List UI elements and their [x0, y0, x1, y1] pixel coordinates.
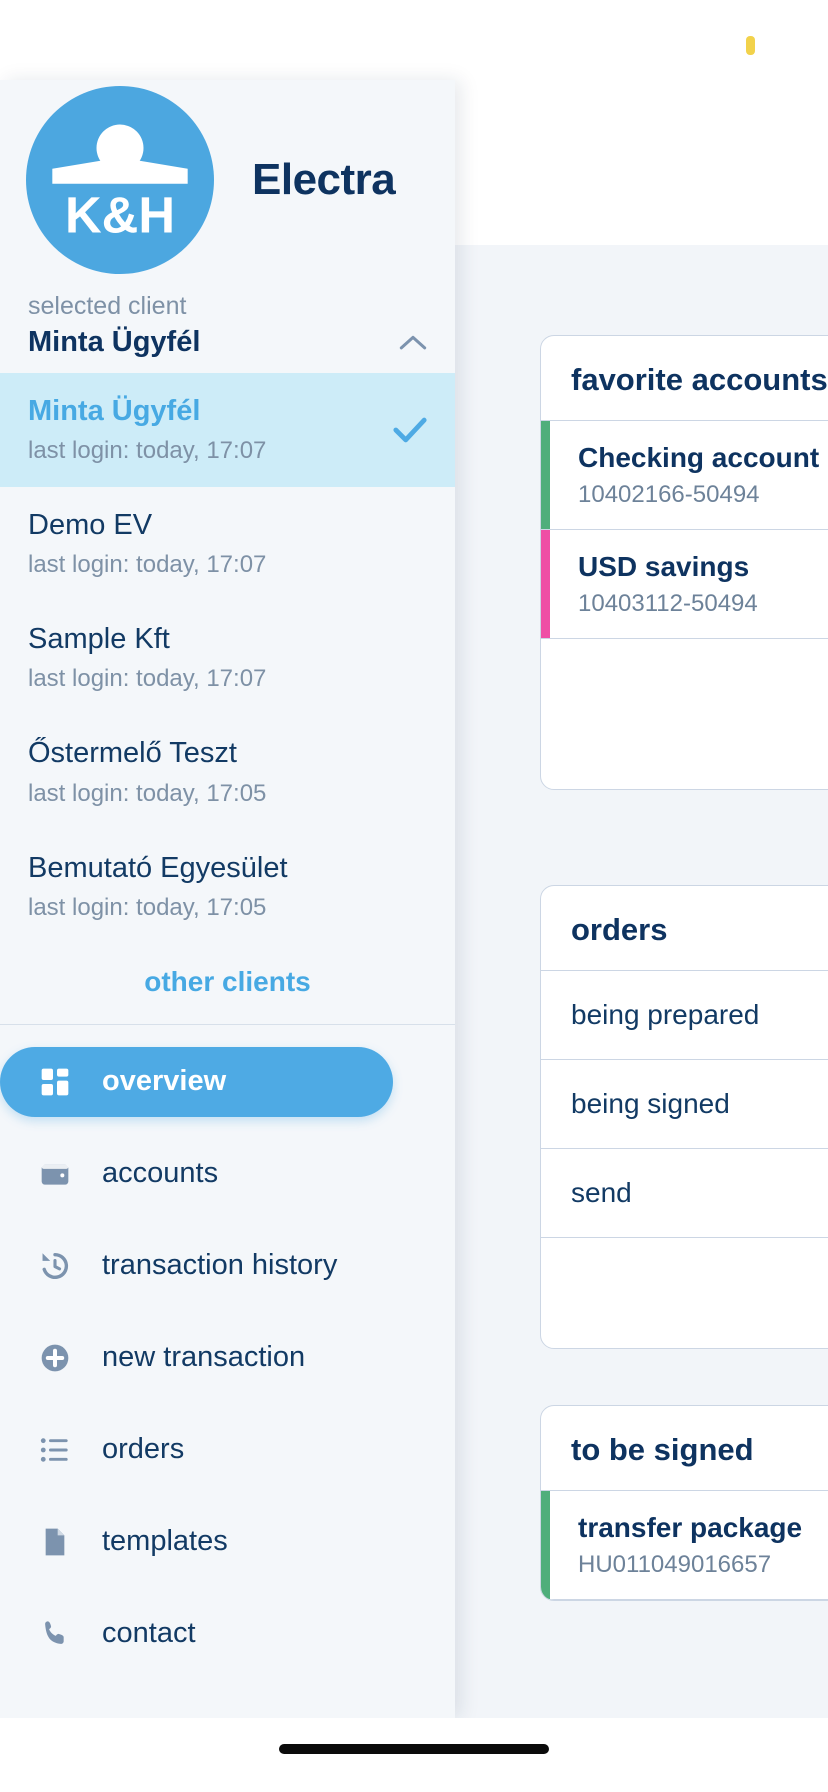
sidebar-item-label: new transaction [102, 1341, 306, 1374]
sidebar-item-overview[interactable]: overview [0, 1046, 393, 1117]
client-last-login: last login: today, 17:05 [28, 779, 267, 807]
plus-circle-icon [36, 1339, 74, 1377]
brand-header: K&H Electra [0, 80, 455, 280]
sidebar-item-new-transaction[interactable]: new transaction [0, 1323, 455, 1393]
brand-name: Electra [252, 155, 396, 204]
client-name: Bemutató Egyesület [28, 851, 288, 884]
sidebar-item-transaction-history[interactable]: transaction history [0, 1231, 455, 1301]
grid-icon [36, 1063, 74, 1101]
list-item[interactable]: Minta Ügyfél last login: today, 17:07 [0, 372, 455, 487]
list-icon [36, 1431, 74, 1469]
client-list: Minta Ügyfél last login: today, 17:07 De… [0, 372, 455, 944]
card-header: favorite accounts [541, 336, 828, 421]
document-icon [36, 1523, 74, 1561]
main-header: overview [455, 80, 828, 245]
account-color-bar [541, 421, 550, 529]
svg-text:K&H: K&H [65, 187, 175, 244]
selected-client-block[interactable]: selected client Minta Ügyfél [0, 280, 455, 373]
package-name: transfer package [578, 1512, 803, 1543]
account-color-bar [541, 529, 550, 638]
home-indicator[interactable] [279, 1744, 549, 1754]
client-name: Minta Ügyfél [28, 394, 201, 427]
favorite-account-row[interactable]: Checking account 10402166-50494 [541, 421, 828, 530]
orders-row-being-signed[interactable]: being signed [541, 1060, 828, 1149]
sidebar-item-accounts[interactable]: accounts [0, 1139, 455, 1209]
sidebar-drawer: K&H Electra selected client Minta Ügyfél… [0, 80, 455, 1718]
sidebar-item-label: accounts [102, 1157, 219, 1190]
to-be-signed-card: to be signed transfer package HU01104901… [540, 1405, 828, 1601]
client-name: Demo EV [28, 508, 153, 541]
orders-row-being-prepared[interactable]: being prepared [541, 971, 828, 1060]
card-header: to be signed [541, 1406, 828, 1491]
app-screen: overview favorite accounts Checking acco… [0, 0, 828, 1792]
package-color-bar [541, 1491, 550, 1599]
account-name: USD savings [578, 550, 750, 582]
card-title: favorite accounts [571, 362, 828, 397]
favorite-account-row[interactable]: USD savings 10403112-50494 [541, 529, 828, 639]
account-number: 10403112-50494 [578, 589, 758, 617]
list-item[interactable]: Demo EV last login: today, 17:07 [0, 487, 455, 601]
client-last-login: last login: today, 17:05 [28, 893, 267, 921]
sidebar-item-templates[interactable]: templates [0, 1507, 455, 1577]
sidebar-nav: overview accounts transaction history ne… [0, 1025, 455, 1669]
check-icon [393, 417, 427, 442]
list-item[interactable]: Bemutató Egyesület last login: today, 17… [0, 830, 455, 944]
client-last-login: last login: today, 17:07 [28, 665, 267, 693]
favorite-accounts-card: favorite accounts Checking account 10402… [540, 335, 828, 790]
client-name: Őstermelő Teszt [28, 737, 237, 770]
account-number: 10402166-50494 [578, 480, 760, 508]
wallet-icon [36, 1155, 74, 1193]
card-filler [541, 639, 828, 789]
sidebar-item-label: templates [102, 1525, 228, 1558]
status-indicator-icon [746, 36, 755, 55]
sidebar-item-label: transaction history [102, 1249, 338, 1282]
status-bar [0, 0, 828, 80]
client-name: Sample Kft [28, 623, 170, 655]
package-number: HU011049016657 [578, 1550, 772, 1578]
card-title: orders [571, 912, 668, 947]
account-name: Checking account [578, 442, 820, 473]
sidebar-scroll-fade [0, 1648, 455, 1718]
history-clock-icon [36, 1247, 74, 1285]
client-last-login: last login: today, 17:07 [28, 436, 267, 464]
home-indicator-area [0, 1718, 828, 1792]
selected-client-label: selected client [28, 292, 187, 320]
client-last-login: last login: today, 17:07 [28, 551, 267, 578]
sidebar-item-label: orders [102, 1433, 185, 1466]
list-item[interactable]: Sample Kft last login: today, 17:07 [0, 601, 455, 715]
overview-cards: favorite accounts Checking account 10402… [455, 245, 828, 1718]
list-item[interactable]: Őstermelő Teszt last login: today, 17:05 [0, 715, 455, 829]
to-be-signed-row[interactable]: transfer package HU011049016657 [541, 1491, 828, 1600]
card-title: to be signed [571, 1432, 754, 1467]
chevron-up-icon[interactable] [399, 333, 427, 351]
orders-row-send[interactable]: send [541, 1149, 828, 1238]
sidebar-item-orders[interactable]: orders [0, 1415, 455, 1485]
card-filler [541, 1238, 828, 1348]
orders-card: orders being prepared being signed send [540, 885, 828, 1349]
card-header: orders [541, 886, 828, 971]
sidebar-item-label: contact [102, 1617, 196, 1650]
kandh-logo-icon: K&H [26, 86, 214, 274]
other-clients-link[interactable]: other clients [0, 944, 455, 1024]
sidebar-item-label: overview [102, 1065, 227, 1098]
selected-client-name: Minta Ügyfél [28, 325, 201, 358]
